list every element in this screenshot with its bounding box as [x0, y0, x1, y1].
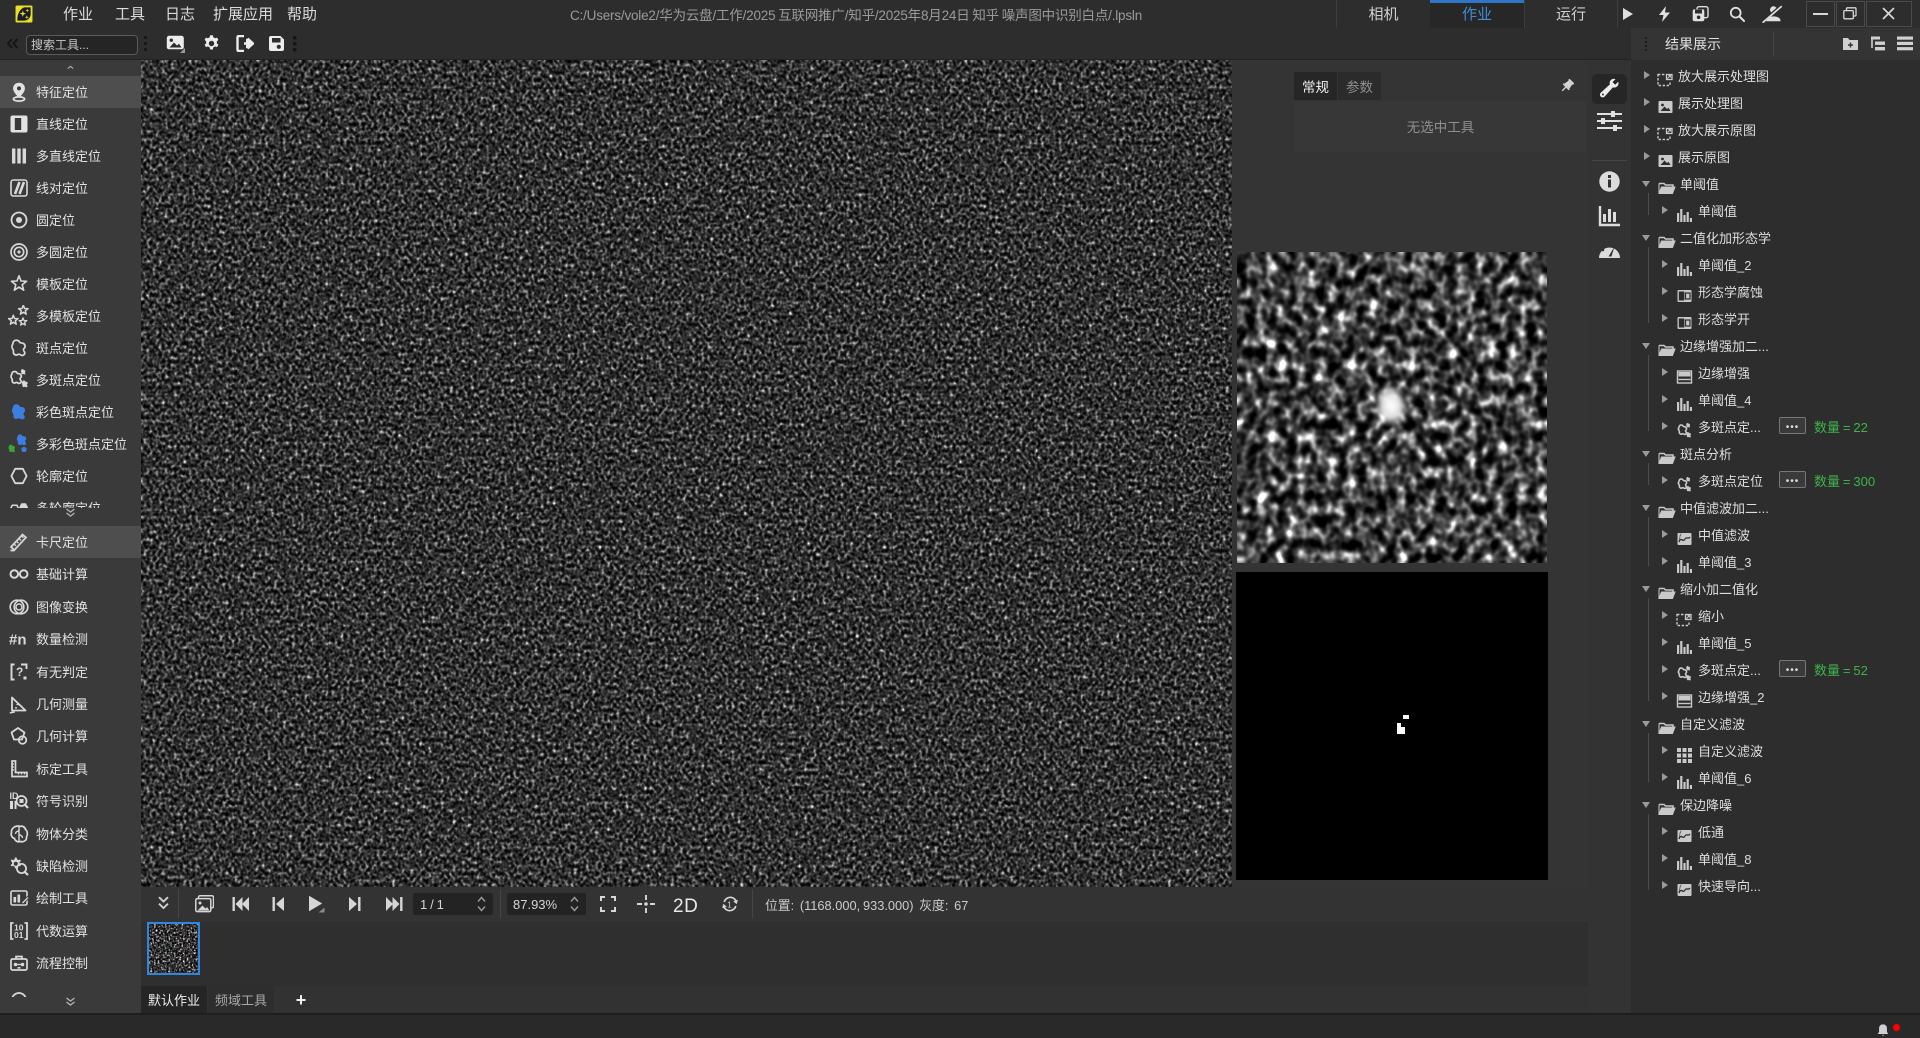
svg-text:01: 01	[14, 930, 24, 940]
svg-text:?: ?	[16, 665, 23, 679]
svg-text:1: 1	[727, 901, 732, 910]
svg-text:#n: #n	[9, 632, 27, 649]
